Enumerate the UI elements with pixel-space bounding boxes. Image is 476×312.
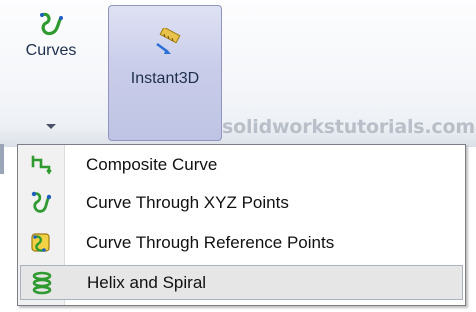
curves-button[interactable]: Curves — [5, 6, 97, 140]
curves-dropdown-arrow[interactable] — [46, 124, 56, 129]
menu-item-label: Curve Through XYZ Points — [86, 192, 289, 212]
left-edge-strip — [0, 144, 4, 174]
helix-spiral-icon — [21, 271, 63, 295]
instant3d-label: Instant3D — [130, 70, 200, 87]
curve-reference-points-icon — [20, 231, 62, 255]
curve-xyz-points-icon — [20, 191, 62, 215]
menu-item-label: Helix and Spiral — [87, 272, 207, 292]
menu-item-curve-reference-points[interactable]: Curve Through Reference Points — [20, 225, 463, 260]
instant3d-icon — [156, 28, 181, 54]
instant3d-button[interactable]: Instant3D — [108, 5, 222, 141]
menu-item-composite-curve[interactable]: Composite Curve — [20, 147, 463, 182]
composite-curve-icon — [20, 154, 62, 176]
menu-item-label: Composite Curve — [86, 154, 218, 174]
watermark-text: solidworkstutorials.com — [222, 116, 475, 138]
curves-icon — [40, 12, 63, 36]
menu-item-curve-xyz-points[interactable]: Curve Through XYZ Points — [20, 185, 463, 220]
curves-label: Curves — [25, 42, 77, 59]
curves-dropdown-menu: Composite Curve Curve Through XYZ Points… — [17, 144, 466, 306]
command-manager-ribbon: Curves Instant3D solidworkstutorials.com — [0, 0, 476, 147]
menu-item-label: Curve Through Reference Points — [86, 232, 335, 252]
menu-item-helix-spiral[interactable]: Helix and Spiral — [20, 265, 463, 300]
